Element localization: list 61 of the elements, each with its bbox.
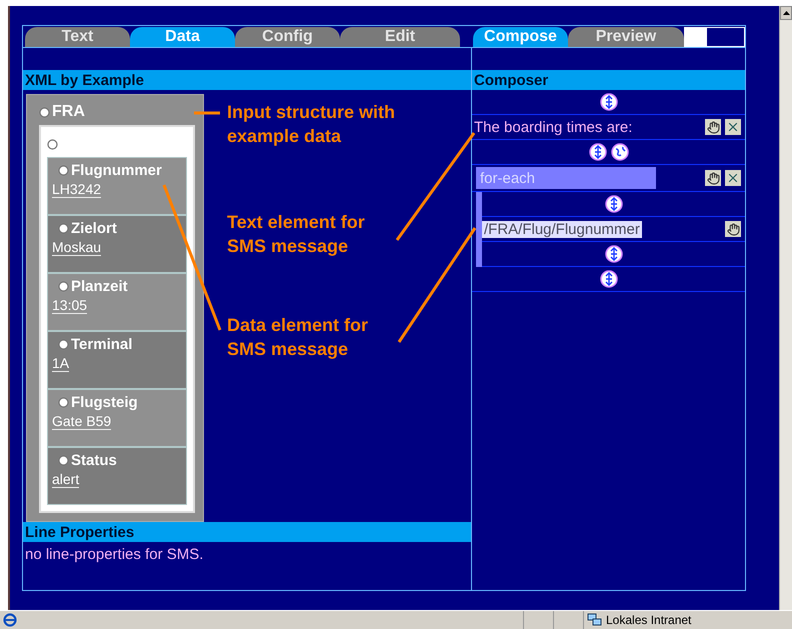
panel-header: Composer [472, 70, 745, 90]
field-node[interactable]: Flugnummer LH3242 [47, 157, 187, 215]
field-node[interactable]: Zielort Moskau [47, 215, 187, 273]
tree-root[interactable]: FRA [52, 103, 85, 121]
field-name: Terminal [71, 336, 132, 353]
radio-icon[interactable] [58, 339, 69, 350]
field-value: alert [52, 471, 80, 488]
field-name: Flugsteig [71, 394, 138, 411]
field-value: 13:05 [52, 297, 88, 314]
annotation-text: Data element for SMS message [227, 314, 368, 361]
radio-icon[interactable] [47, 138, 58, 150]
insert-icon[interactable] [604, 195, 622, 213]
field-name: Planzeit [71, 278, 128, 295]
field-node[interactable]: Flugsteig Gate B59 [47, 389, 187, 447]
scrollbar[interactable] [779, 6, 792, 610]
close-icon[interactable] [725, 119, 741, 135]
tab[interactable]: Compose [473, 27, 568, 47]
hand-icon[interactable] [705, 170, 721, 186]
insert-icon[interactable] [600, 270, 618, 288]
radio-icon[interactable] [58, 281, 69, 292]
up-arrow-icon[interactable] [782, 11, 790, 15]
panel-header: Line Properties [23, 522, 471, 542]
tab-spacer [684, 27, 745, 47]
radio-icon[interactable] [58, 455, 69, 466]
insert-icon[interactable] [600, 93, 618, 111]
zone-label: Lokales Intranet [606, 613, 692, 627]
insert-icon[interactable] [588, 143, 606, 161]
field-value: LH3242 [52, 181, 102, 198]
data-path[interactable]: /FRA/Flug/Flugnummer [482, 220, 642, 238]
for-each-block[interactable]: for-each [476, 167, 656, 189]
field-value: Moskau [52, 239, 102, 256]
field-node[interactable]: Planzeit 13:05 [47, 273, 187, 331]
field-name: Status [71, 452, 117, 469]
close-icon[interactable] [725, 170, 741, 186]
tab[interactable]: Data [130, 27, 235, 47]
radio-icon[interactable] [39, 106, 50, 118]
tab[interactable]: Text [25, 27, 130, 47]
tab[interactable]: Config [235, 27, 340, 47]
field-value: Gate B59 [52, 413, 112, 430]
annotation-text: Text element for SMS message [227, 211, 365, 258]
network-icon [587, 613, 603, 627]
panel-header: XML by Example [23, 70, 471, 90]
message-text: The boarding times are: [473, 118, 634, 136]
radio-icon[interactable] [58, 223, 69, 234]
globe-icon[interactable] [610, 143, 628, 161]
tab[interactable]: Preview [568, 27, 684, 47]
hand-icon[interactable] [705, 119, 721, 135]
tab[interactable]: Edit [340, 27, 460, 47]
page-icon [3, 613, 17, 627]
leader-line [194, 112, 220, 114]
field-value: 1A [52, 355, 70, 372]
field-node[interactable]: Terminal 1A [47, 331, 187, 389]
hand-icon[interactable] [725, 221, 741, 237]
annotation-text: Input structure with example data [227, 101, 395, 148]
field-name: Zielort [71, 220, 117, 237]
radio-icon[interactable] [58, 397, 69, 408]
field-node[interactable]: Status alert [47, 447, 187, 505]
properties-text: no line-properties for SMS. [24, 545, 204, 565]
field-name: Flugnummer [71, 162, 162, 179]
insert-icon[interactable] [604, 245, 622, 263]
radio-icon[interactable] [58, 165, 69, 176]
